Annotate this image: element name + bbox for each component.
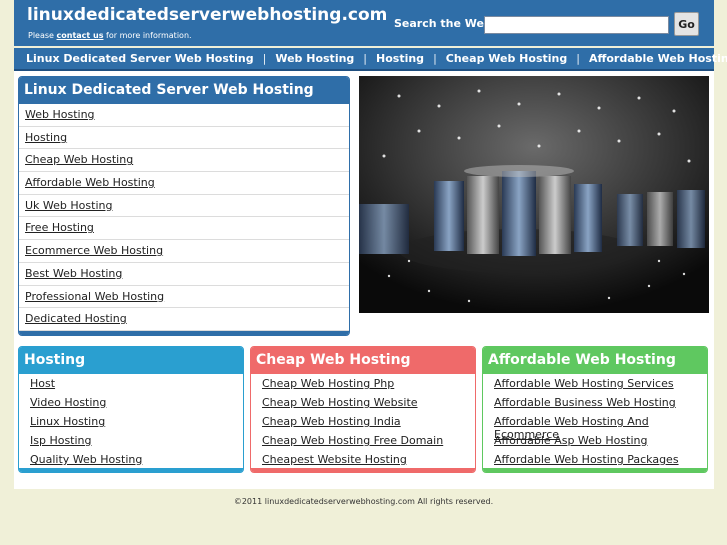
nav-item-hosting[interactable]: Hosting	[376, 52, 424, 65]
cheap-hosting-box-title: Cheap Web Hosting	[251, 347, 475, 374]
list-item: Affordable Web Hosting Services	[483, 374, 707, 393]
affordable-hosting-links-list: Affordable Web Hosting Services Affordab…	[483, 374, 707, 469]
hosting-link[interactable]: Linux Hosting	[30, 415, 105, 428]
list-item: Linux Hosting	[19, 412, 243, 431]
list-item: Professional Web Hosting	[19, 286, 349, 309]
site-header: linuxdedicatedserverwebhosting.com Pleas…	[14, 0, 714, 46]
hosting-box-bottom-bar	[19, 468, 243, 472]
list-item: Cheap Web Hosting India	[251, 412, 475, 431]
list-item: Ecommerce Web Hosting	[19, 240, 349, 263]
nav-item-linux-dedicated[interactable]: Linux Dedicated Server Web Hosting	[26, 52, 254, 65]
main-link[interactable]: Ecommerce Web Hosting	[25, 244, 163, 257]
cheap-hosting-box: Cheap Web Hosting Cheap Web Hosting Php …	[250, 346, 476, 473]
affordable-hosting-box-bottom-bar	[483, 468, 707, 472]
hosting-link[interactable]: Host	[30, 377, 55, 390]
list-item: Affordable Web Hosting And Ecommerce	[483, 412, 707, 441]
hosting-link[interactable]: Quality Web Hosting	[30, 453, 142, 466]
main-box-bottom-bar	[19, 331, 349, 335]
contact-note-prefix: Please	[28, 31, 57, 40]
list-item: Hosting	[19, 127, 349, 150]
nav-bar: Linux Dedicated Server Web Hosting | Web…	[14, 48, 727, 71]
list-item: Best Web Hosting	[19, 263, 349, 286]
server-room-image	[359, 76, 709, 313]
affordable-hosting-link[interactable]: Affordable Business Web Hosting	[494, 396, 676, 409]
list-item: Affordable Web Hosting Packages	[483, 450, 707, 469]
cheap-hosting-link[interactable]: Cheap Web Hosting Free Domain	[262, 434, 443, 447]
cheap-hosting-link[interactable]: Cheap Web Hosting Php	[262, 377, 394, 390]
contact-note-suffix: for more information.	[103, 31, 192, 40]
main-link[interactable]: Dedicated Hosting	[25, 312, 127, 325]
main-link[interactable]: Best Web Hosting	[25, 267, 122, 280]
main-link[interactable]: Professional Web Hosting	[25, 290, 164, 303]
nav-separator: |	[433, 52, 437, 65]
main-link[interactable]: Uk Web Hosting	[25, 199, 112, 212]
list-item: Cheap Web Hosting	[19, 149, 349, 173]
nav-item-affordable-web-hosting[interactable]: Affordable Web Hosting	[589, 52, 727, 65]
nav-separator: |	[262, 52, 267, 65]
affordable-hosting-link[interactable]: Affordable Asp Web Hosting	[494, 434, 647, 447]
list-item: Cheap Web Hosting Free Domain	[251, 431, 475, 450]
list-item: Affordable Asp Web Hosting	[483, 431, 707, 450]
list-item: Host	[19, 374, 243, 393]
main-links-box: Linux Dedicated Server Web Hosting Web H…	[18, 76, 350, 336]
main-link[interactable]: Free Hosting	[25, 221, 94, 234]
list-item: Quality Web Hosting	[19, 450, 243, 469]
cheap-hosting-box-bottom-bar	[251, 468, 475, 472]
main-link[interactable]: Web Hosting	[25, 108, 95, 121]
nav-item-cheap-web-hosting[interactable]: Cheap Web Hosting	[446, 52, 567, 65]
affordable-hosting-box: Affordable Web Hosting Affordable Web Ho…	[482, 346, 708, 473]
server-room-illustration	[359, 76, 709, 313]
content-area: Linux Dedicated Server Web Hosting Web H…	[14, 71, 714, 489]
list-item: Cheap Web Hosting Php	[251, 374, 475, 393]
site-title[interactable]: linuxdedicatedserverwebhosting.com	[27, 5, 387, 25]
hosting-box: Hosting Host Video Hosting Linux Hosting…	[18, 346, 244, 473]
cheap-hosting-link[interactable]: Cheap Web Hosting India	[262, 415, 401, 428]
list-item: Isp Hosting	[19, 431, 243, 450]
search-label: Search the Web:	[394, 17, 497, 30]
list-item: Uk Web Hosting	[19, 195, 349, 218]
contact-note: Please contact us for more information.	[28, 31, 192, 40]
list-item: Affordable Web Hosting	[19, 172, 349, 195]
list-item: Web Hosting	[19, 104, 349, 127]
affordable-hosting-link[interactable]: Affordable Web Hosting Services	[494, 377, 674, 390]
cheap-hosting-links-list: Cheap Web Hosting Php Cheap Web Hosting …	[251, 374, 475, 469]
go-button[interactable]: Go	[674, 12, 699, 36]
hosting-link[interactable]: Isp Hosting	[30, 434, 92, 447]
main-link[interactable]: Cheap Web Hosting	[25, 153, 133, 166]
hosting-link[interactable]: Video Hosting	[30, 396, 106, 409]
list-item: Dedicated Hosting	[19, 308, 349, 331]
list-item: Video Hosting	[19, 393, 243, 412]
cheap-hosting-link[interactable]: Cheapest Website Hosting	[262, 453, 407, 466]
list-item: Cheapest Website Hosting	[251, 450, 475, 469]
nav-separator: |	[363, 52, 368, 65]
main-links-list: Web Hosting Hosting Cheap Web Hosting Af…	[19, 104, 349, 331]
nav-item-web-hosting[interactable]: Web Hosting	[275, 52, 354, 65]
list-item: Cheap Web Hosting Website	[251, 393, 475, 412]
main-box-title: Linux Dedicated Server Web Hosting	[19, 77, 349, 104]
affordable-hosting-box-title: Affordable Web Hosting	[483, 347, 707, 374]
search-input[interactable]	[484, 16, 669, 34]
list-item: Affordable Business Web Hosting	[483, 393, 707, 412]
affordable-hosting-link[interactable]: Affordable Web Hosting Packages	[494, 453, 679, 466]
cheap-hosting-link[interactable]: Cheap Web Hosting Website	[262, 396, 418, 409]
hosting-box-title: Hosting	[19, 347, 243, 374]
contact-us-link[interactable]: contact us	[57, 31, 104, 40]
hosting-links-list: Host Video Hosting Linux Hosting Isp Hos…	[19, 374, 243, 469]
nav-separator: |	[576, 52, 580, 65]
list-item: Free Hosting	[19, 217, 349, 241]
main-link[interactable]: Affordable Web Hosting	[25, 176, 155, 189]
footer-copyright: ©2011 linuxdedicatedserverwebhosting.com…	[233, 497, 494, 506]
main-link[interactable]: Hosting	[25, 131, 67, 144]
